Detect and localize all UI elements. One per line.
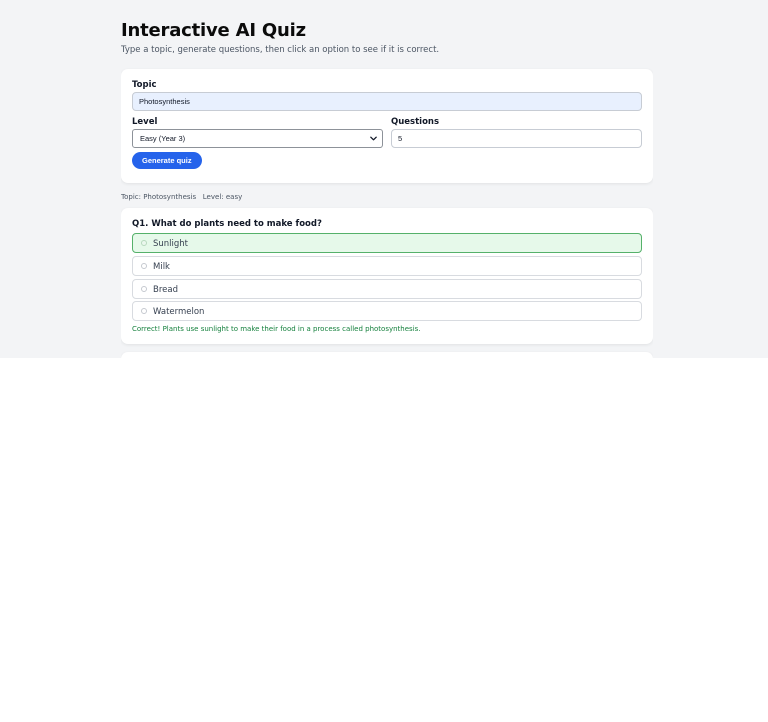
option-label: Sunlight [153, 238, 189, 249]
page-subtitle: Type a topic, generate questions, then c… [121, 45, 440, 55]
option-label: Milk [153, 261, 170, 272]
question-title: Q1. What do plants need to make food? [132, 219, 322, 229]
quiz-settings-card: Topic Level Easy (Year 3) Questions Gene… [121, 69, 653, 183]
option-label: Bread [153, 284, 178, 295]
topic-label: Topic [132, 80, 157, 90]
level-label: Level [132, 117, 158, 127]
quiz-meta: Topic: Photosynthesis Level: easy [121, 193, 243, 201]
option-bread[interactable]: Bread [132, 279, 642, 299]
radio-icon [141, 240, 147, 246]
option-label: Watermelon [153, 306, 205, 317]
level-select-value: Easy (Year 3) [140, 134, 186, 143]
level-select[interactable]: Easy (Year 3) [132, 129, 383, 148]
option-watermelon[interactable]: Watermelon [132, 301, 642, 321]
option-sunlight[interactable]: Sunlight [132, 233, 642, 253]
radio-icon [141, 286, 147, 292]
page-title: Interactive AI Quiz [121, 20, 306, 41]
questions-label: Questions [391, 117, 440, 127]
option-milk[interactable]: Milk [132, 256, 642, 276]
questions-count-input[interactable] [391, 129, 642, 148]
radio-icon [141, 263, 147, 269]
topic-input[interactable] [132, 92, 642, 111]
generate-quiz-button[interactable]: Generate quiz [132, 152, 202, 169]
chevron-down-icon [370, 136, 377, 141]
answer-feedback: Correct! Plants use sunlight to make the… [132, 325, 421, 333]
question-card: Q1. What do plants need to make food? Su… [121, 208, 653, 344]
radio-icon [141, 308, 147, 314]
next-question-card [121, 352, 653, 358]
quiz-container: Interactive AI Quiz Type a topic, genera… [121, 0, 653, 358]
